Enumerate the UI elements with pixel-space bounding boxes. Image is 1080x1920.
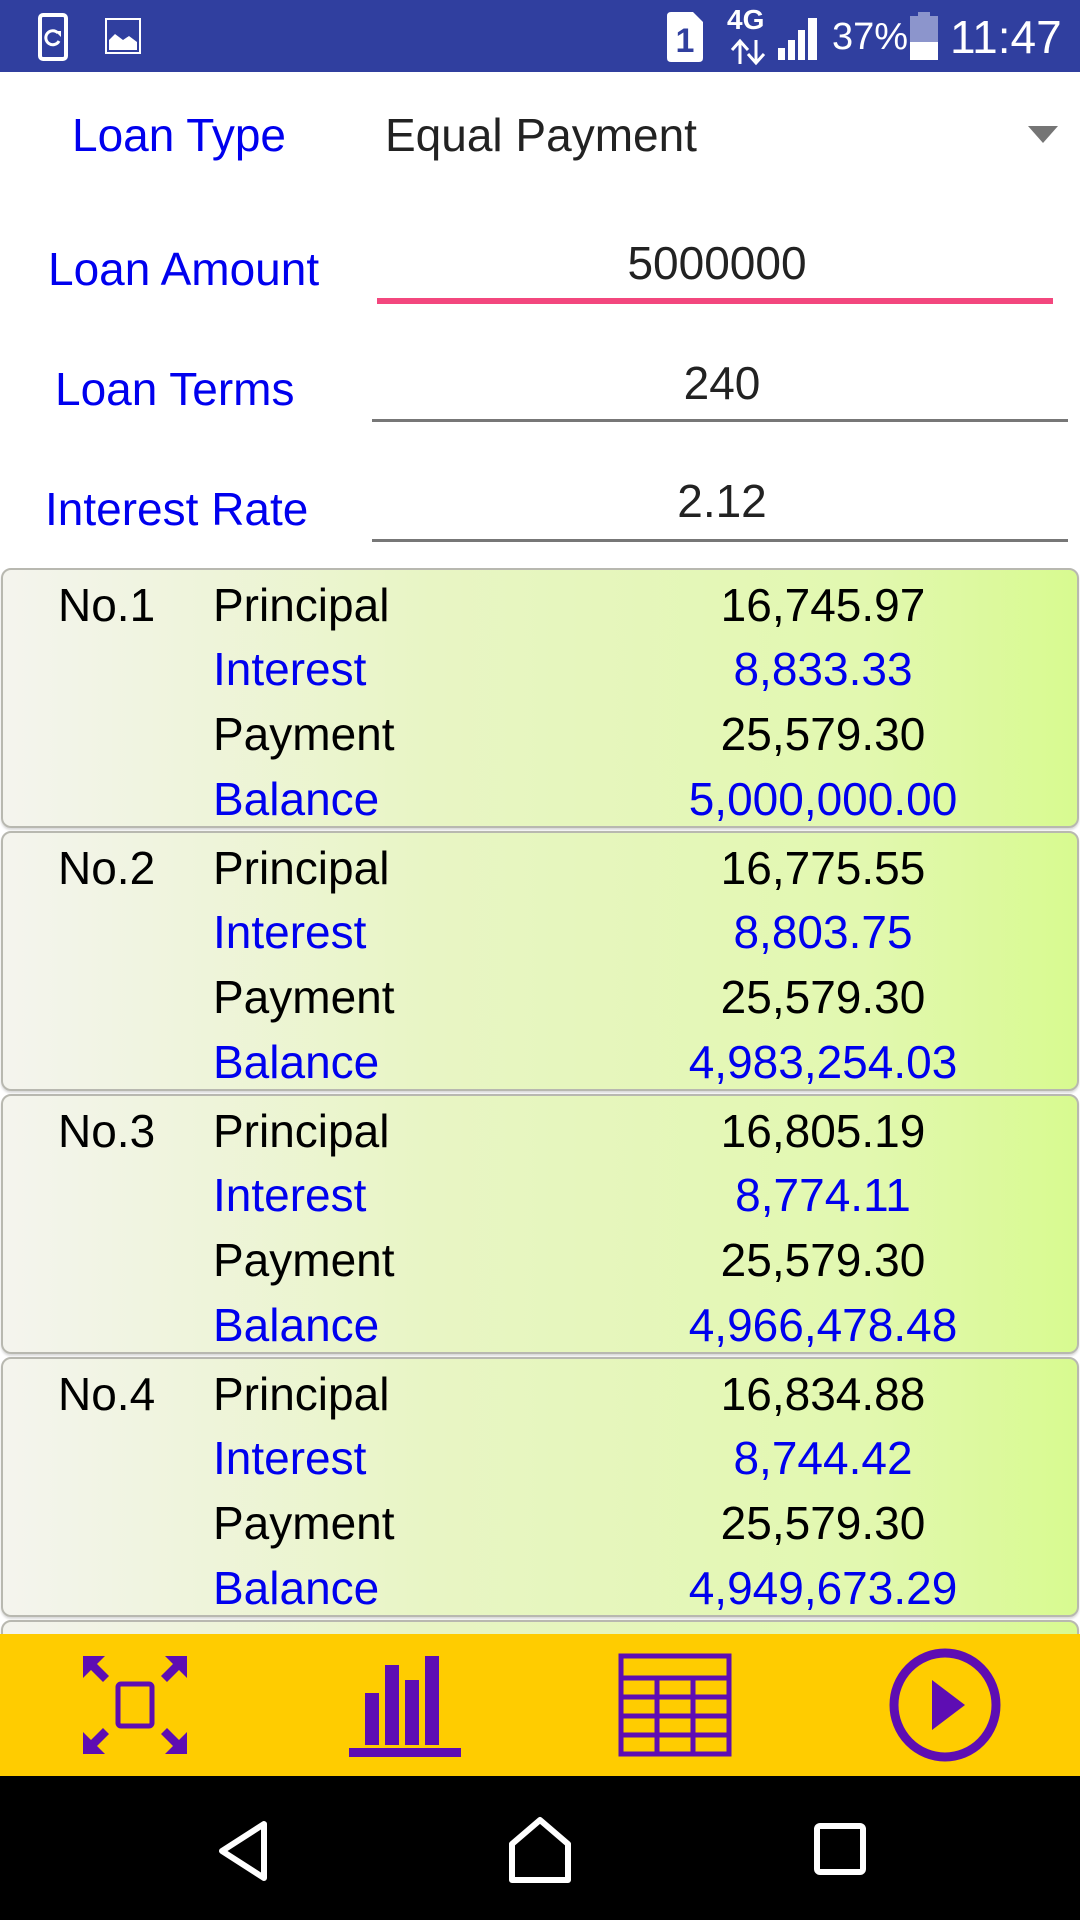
balance-label: Balance (213, 1299, 380, 1351)
dropdown-arrow-icon (1028, 126, 1058, 143)
interest-label: Interest (213, 643, 367, 695)
period-number: No.3 (58, 1105, 156, 1157)
interest-rate-input[interactable] (372, 470, 1072, 532)
balance-value: 5,000,000.00 (688, 773, 958, 825)
interest-rate-label: Interest Rate (45, 483, 309, 535)
loan-type-value: Equal Payment (385, 109, 697, 161)
interest-label: Interest (213, 1432, 367, 1484)
screen-rotation-icon (38, 13, 68, 66)
loan-form: Loan Type Equal Payment Loan Amount Loan… (0, 72, 1080, 562)
payment-label: Payment (213, 708, 395, 760)
signal-icon (776, 16, 820, 65)
recents-icon (814, 1823, 866, 1875)
loan-amount-input[interactable] (377, 232, 1057, 294)
interest-value: 8,833.33 (733, 643, 913, 695)
table-button[interactable] (615, 1648, 735, 1762)
loan-terms-label: Loan Terms (55, 363, 295, 415)
network-type: 4G (727, 4, 765, 35)
balance-value: 4,966,478.48 (688, 1299, 958, 1351)
interest-value: 8,774.11 (735, 1169, 911, 1221)
sim-slot-number: 1 (676, 22, 695, 60)
back-icon (219, 1821, 267, 1881)
loan-amount-underline (377, 298, 1053, 304)
system-nav-bar (0, 1776, 1080, 1920)
clock: 11:47 (950, 11, 1062, 63)
interest-value: 8,744.42 (733, 1432, 913, 1484)
amortization-list[interactable]: No.1 Principal 16,745.97 Interest 8,833.… (0, 566, 1080, 1634)
schedule-card: No.4 Principal 16,834.88 Interest 8,744.… (1, 1357, 1079, 1617)
payment-value: 25,579.30 (720, 971, 926, 1023)
loan-terms-input[interactable] (372, 352, 1072, 414)
payment-value: 25,579.30 (720, 1234, 926, 1286)
schedule-card: No.2 Principal 16,775.55 Interest 8,803.… (1, 831, 1079, 1091)
balance-value: 4,983,254.03 (688, 1036, 958, 1088)
principal-value: 16,745.97 (720, 579, 926, 631)
battery-icon (910, 12, 938, 65)
payment-label: Payment (213, 1497, 395, 1549)
loan-amount-label: Loan Amount (48, 243, 320, 295)
balance-label: Balance (213, 1562, 380, 1614)
status-bar: 1 4G 37% 11:47 (0, 0, 1080, 72)
bar-chart-icon (349, 1656, 461, 1757)
play-button[interactable] (885, 1648, 1005, 1762)
bottom-toolbar (0, 1634, 1080, 1776)
image-icon (105, 18, 141, 59)
balance-label: Balance (213, 1036, 380, 1088)
period-number: No.4 (58, 1368, 156, 1420)
schedule-card: No.3 Principal 16,805.19 Interest 8,774.… (1, 1094, 1079, 1354)
back-button[interactable] (204, 1816, 284, 1886)
schedule-card-partial (1, 1620, 1079, 1634)
play-icon (889, 1648, 1001, 1762)
period-number: No.2 (58, 842, 156, 894)
loan-type-label: Loan Type (72, 109, 287, 161)
data-activity-icon (728, 38, 768, 71)
interest-label: Interest (213, 906, 367, 958)
principal-value: 16,834.88 (720, 1368, 926, 1420)
principal-label: Principal (213, 1368, 390, 1420)
interest-rate-underline (372, 539, 1068, 542)
recents-button[interactable] (800, 1816, 880, 1886)
interest-label: Interest (213, 1169, 367, 1221)
table-icon (618, 1653, 732, 1757)
loan-type-dropdown[interactable]: Equal Payment (370, 92, 1070, 182)
balance-label: Balance (213, 773, 380, 825)
payment-label: Payment (213, 971, 395, 1023)
principal-value: 16,805.19 (720, 1105, 926, 1157)
principal-label: Principal (213, 1105, 390, 1157)
home-button[interactable] (500, 1816, 580, 1886)
chart-button[interactable] (345, 1648, 465, 1762)
payment-label: Payment (213, 1234, 395, 1286)
interest-value: 8,803.75 (733, 906, 913, 958)
fullscreen-icon (83, 1656, 187, 1754)
principal-label: Principal (213, 842, 390, 894)
fullscreen-button[interactable] (75, 1648, 195, 1762)
principal-value: 16,775.55 (720, 842, 926, 894)
battery-percent: 37% (832, 16, 909, 58)
balance-value: 4,949,673.29 (688, 1562, 958, 1614)
payment-value: 25,579.30 (720, 708, 926, 760)
sim-card-icon: 1 (667, 12, 703, 67)
payment-value: 25,579.30 (720, 1497, 926, 1549)
period-number: No.1 (58, 579, 156, 631)
schedule-card: No.1 Principal 16,745.97 Interest 8,833.… (1, 568, 1079, 828)
principal-label: Principal (213, 579, 390, 631)
loan-terms-underline (372, 419, 1068, 422)
home-icon (509, 1817, 571, 1883)
